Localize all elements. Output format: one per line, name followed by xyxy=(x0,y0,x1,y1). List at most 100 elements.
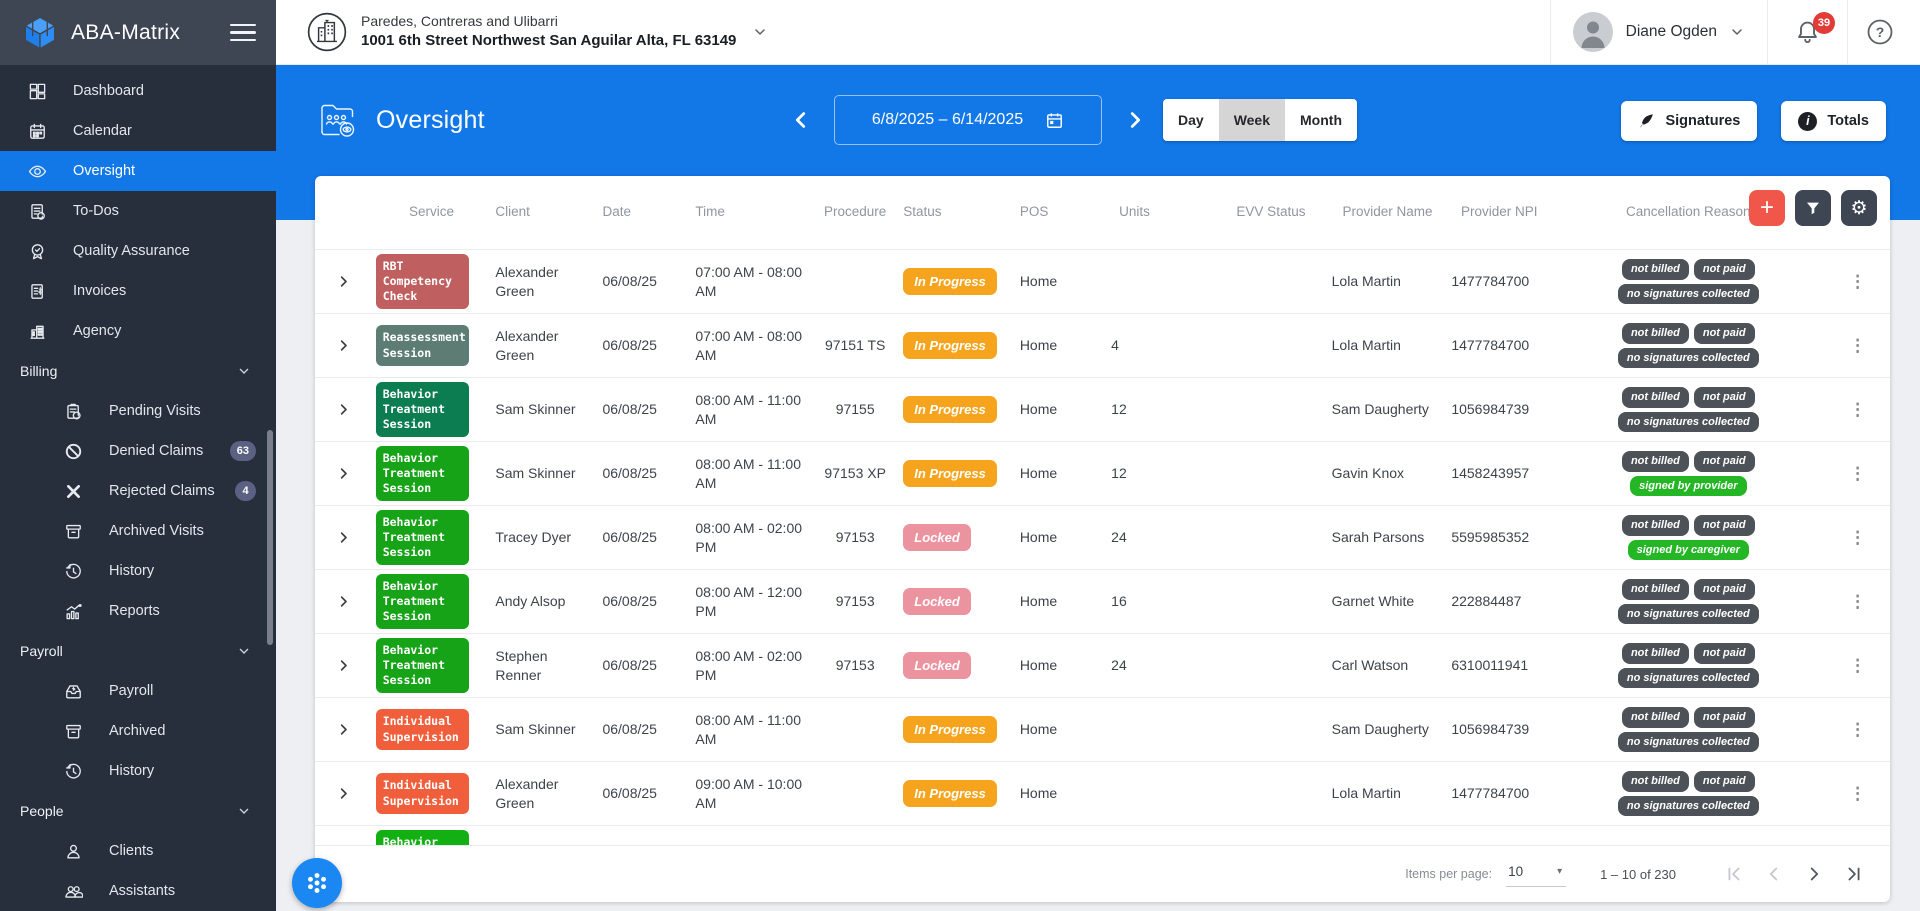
expand-row-button[interactable] xyxy=(332,399,354,421)
chat-widget-button[interactable] xyxy=(292,858,342,908)
sidebar-item-clients[interactable]: Clients xyxy=(0,831,276,871)
previous-page-button[interactable] xyxy=(1754,854,1794,894)
totals-button[interactable]: i Totals xyxy=(1781,101,1886,141)
row-menu-button[interactable]: ⋮ xyxy=(1849,529,1866,546)
expand-row-button[interactable] xyxy=(332,271,354,293)
table-row: Reassessment SessionAlexander Green06/08… xyxy=(315,314,1890,378)
sidebar-item-denied-claims[interactable]: Denied Claims63 xyxy=(0,431,276,471)
sidebar-item-pending-visits[interactable]: Pending Visits xyxy=(0,391,276,431)
info-icon: i xyxy=(1798,112,1817,131)
sidebar-item-label: Denied Claims xyxy=(109,443,203,459)
expand-row-button[interactable] xyxy=(332,591,354,613)
last-page-button[interactable] xyxy=(1834,854,1874,894)
sidebar-item-calendar[interactable]: Calendar xyxy=(0,111,276,151)
date-navigation: 6/8/2025 – 6/14/2025 xyxy=(781,95,1155,145)
row-menu-button[interactable]: ⋮ xyxy=(1849,401,1866,418)
sidebar-item-rejected-claims[interactable]: Rejected Claims4 xyxy=(0,471,276,511)
flag-pill: not billed xyxy=(1622,643,1689,664)
session-time: 08:00 AM - 02:00 PM xyxy=(691,519,811,557)
sidebar-item-label: Oversight xyxy=(73,163,135,179)
user-menu[interactable]: Diane Ogden xyxy=(1551,0,1767,65)
billing-flags: not billednot paidno signatures collecte… xyxy=(1555,323,1821,369)
calendar-icon xyxy=(1045,111,1064,130)
expand-row-button[interactable] xyxy=(332,783,354,805)
first-page-button[interactable] xyxy=(1714,854,1754,894)
notifications-button[interactable]: 39 xyxy=(1768,0,1847,65)
sidebar-item-invoices[interactable]: Invoices xyxy=(0,271,276,311)
chevron-right-icon xyxy=(336,466,351,481)
signatures-label: Signatures xyxy=(1665,113,1740,129)
units-value: 12 xyxy=(1107,400,1214,419)
sidebar-item-assistants[interactable]: Assistants xyxy=(0,871,276,911)
row-menu-button[interactable]: ⋮ xyxy=(1849,337,1866,354)
row-menu-button[interactable]: ⋮ xyxy=(1849,721,1866,738)
expand-row-button[interactable] xyxy=(332,655,354,677)
row-menu-button[interactable]: ⋮ xyxy=(1849,657,1866,674)
todos-icon xyxy=(28,202,47,221)
sidebar-item-archived-visits[interactable]: Archived Visits xyxy=(0,511,276,551)
provider-name: Carl Watson xyxy=(1328,656,1448,675)
sidebar-item-payroll[interactable]: Payroll xyxy=(0,671,276,711)
row-menu-button[interactable]: ⋮ xyxy=(1849,465,1866,482)
sidebar-item-label: Agency xyxy=(73,323,121,339)
help-button[interactable]: ? xyxy=(1848,0,1898,65)
row-menu-button[interactable]: ⋮ xyxy=(1849,785,1866,802)
filter-button[interactable] xyxy=(1795,190,1831,226)
sidebar-item-agency[interactable]: Agency xyxy=(0,311,276,351)
sidebar-item-history[interactable]: History xyxy=(0,551,276,591)
flag-pill: not paid xyxy=(1694,771,1755,792)
expand-row-button[interactable] xyxy=(332,527,354,549)
sidebar-item-quality-assurance[interactable]: Quality Assurance xyxy=(0,231,276,271)
sidebar-item-history[interactable]: History xyxy=(0,751,276,791)
organization-selector[interactable]: Paredes, Contreras and Ulibarri 1001 6th… xyxy=(306,11,768,53)
top-bar-right: Paredes, Contreras and Ulibarri 1001 6th… xyxy=(276,0,1920,65)
count-badge: 4 xyxy=(235,481,256,501)
row-menu-button[interactable]: ⋮ xyxy=(1849,273,1866,290)
sidebar-section-payroll[interactable]: Payroll xyxy=(0,631,276,671)
row-menu-button[interactable]: ⋮ xyxy=(1849,593,1866,610)
sidebar-section-billing[interactable]: Billing xyxy=(0,351,276,391)
menu-toggle-button[interactable] xyxy=(230,19,256,47)
next-week-button[interactable] xyxy=(1115,95,1155,145)
pending-icon xyxy=(64,402,83,421)
sidebar-section-label: Payroll xyxy=(20,643,63,659)
date-range-picker[interactable]: 6/8/2025 – 6/14/2025 xyxy=(834,95,1102,145)
add-session-button[interactable]: + xyxy=(1749,190,1785,226)
reports-icon xyxy=(64,602,83,621)
sidebar-item-archived[interactable]: Archived xyxy=(0,711,276,751)
session-date: 06/08/25 xyxy=(598,720,691,739)
settings-button[interactable]: ⚙ xyxy=(1841,190,1877,226)
units-value: 12 xyxy=(1107,464,1214,483)
sidebar-item-dashboard[interactable]: Dashboard xyxy=(0,71,276,111)
chat-widget-icon xyxy=(303,869,331,897)
session-date: 06/08/25 xyxy=(598,592,691,611)
client-name: Sam Skinner xyxy=(491,720,598,739)
sidebar-section-people[interactable]: People xyxy=(0,791,276,831)
expand-row-button[interactable] xyxy=(332,719,354,741)
items-per-page-select[interactable]: 10 ▾ xyxy=(1506,862,1566,887)
client-name: Stephen Renner xyxy=(491,647,598,685)
status-badge: In Progress xyxy=(903,716,997,744)
column-header-client: Client xyxy=(491,204,598,221)
sidebar-scrollbar[interactable] xyxy=(267,430,273,645)
page-title: Oversight xyxy=(376,106,485,135)
provider-npi: 1458243957 xyxy=(1447,464,1551,483)
pos-value: Home xyxy=(1016,592,1107,611)
view-mode-day[interactable]: Day xyxy=(1163,99,1219,141)
expand-row-button[interactable] xyxy=(332,335,354,357)
oversight-page-icon xyxy=(315,96,359,145)
previous-week-button[interactable] xyxy=(781,95,821,145)
sidebar-item-reports[interactable]: Reports xyxy=(0,591,276,631)
provider-name: Lola Martin xyxy=(1328,272,1448,291)
view-mode-month[interactable]: Month xyxy=(1285,99,1357,141)
table-row: Behavior Treatment Sessionnot billednot … xyxy=(315,826,1890,845)
sidebar-item-oversight[interactable]: Oversight xyxy=(0,151,276,191)
expand-row-button[interactable] xyxy=(332,463,354,485)
signatures-button[interactable]: Signatures xyxy=(1621,101,1757,141)
procedure-code: 97153 xyxy=(811,528,899,547)
table-row: Behavior Treatment SessionStephen Renner… xyxy=(315,634,1890,698)
sidebar-item-to-dos[interactable]: To-Dos xyxy=(0,191,276,231)
next-page-button[interactable] xyxy=(1794,854,1834,894)
procedure-code: 97151 TS xyxy=(811,336,899,355)
view-mode-week[interactable]: Week xyxy=(1219,99,1285,141)
